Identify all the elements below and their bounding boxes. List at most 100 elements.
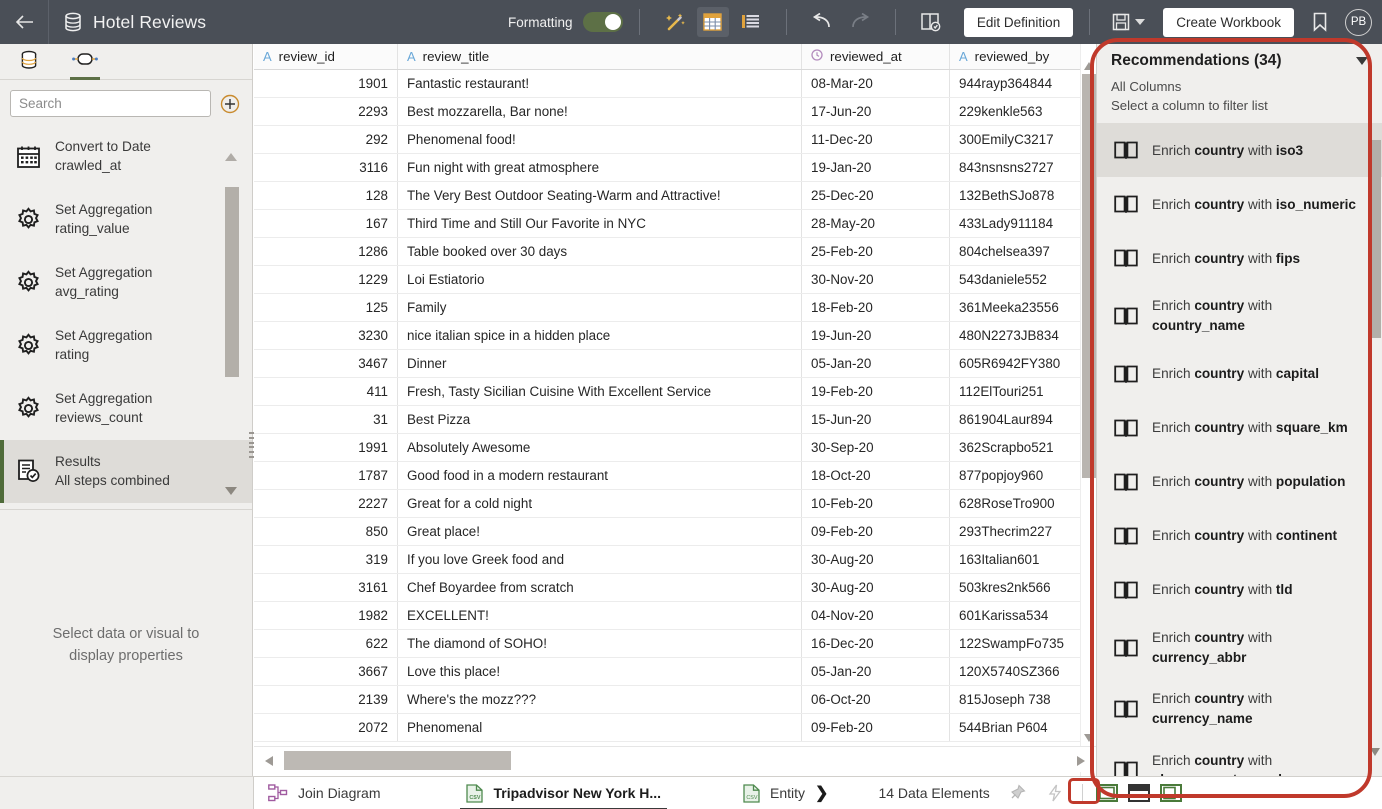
recommendation-item[interactable]: Enrich country with currency_abbr [1097, 617, 1382, 678]
table-cell[interactable]: 09-Feb-20 [802, 714, 950, 741]
table-cell[interactable]: Best Pizza [398, 406, 802, 433]
table-cell[interactable]: 31 [254, 406, 398, 433]
table-row[interactable]: 2227Great for a cold night10-Feb-20628Ro… [254, 490, 1096, 518]
table-cell[interactable]: 543daniele552 [950, 266, 1096, 293]
avatar[interactable]: PB [1345, 9, 1372, 36]
table-cell[interactable]: 815Joseph 738 [950, 686, 1096, 713]
scrollbar-thumb[interactable] [1368, 140, 1381, 338]
table-cell[interactable]: 3667 [254, 658, 398, 685]
table-cell[interactable]: EXCELLENT! [398, 602, 802, 629]
grid-vertical-scrollbar[interactable] [1080, 44, 1096, 776]
recommendation-item[interactable]: Enrich country with currency_name [1097, 678, 1382, 739]
bookmark-icon[interactable] [1304, 7, 1336, 37]
column-header-reviewed-at[interactable]: reviewed_at [802, 44, 950, 69]
table-cell[interactable]: The Very Best Outdoor Seating-Warm and A… [398, 182, 802, 209]
table-row[interactable]: 3230nice italian spice in a hidden place… [254, 322, 1096, 350]
table-cell[interactable]: Dinner [398, 350, 802, 377]
table-row[interactable]: 411Fresh, Tasty Sicilian Cuisine With Ex… [254, 378, 1096, 406]
table-cell[interactable]: 25-Feb-20 [802, 238, 950, 265]
table-row[interactable]: 167Third Time and Still Our Favorite in … [254, 210, 1096, 238]
recommendation-item[interactable]: Enrich country with phone_country_code [1097, 740, 1382, 776]
column-header-review-title[interactable]: A review_title [398, 44, 802, 69]
chevron-right-icon[interactable]: ❯ [815, 783, 828, 803]
table-row[interactable]: 3467Dinner05-Jan-20605R6942FY380 [254, 350, 1096, 378]
table-cell[interactable]: 1787 [254, 462, 398, 489]
scroll-right-arrow[interactable] [1076, 754, 1086, 772]
table-cell[interactable]: 292 [254, 126, 398, 153]
table-cell[interactable]: Fantastic restaurant! [398, 70, 802, 97]
step-item[interactable]: Set Aggregation reviews_count [0, 377, 252, 440]
save-button[interactable] [1106, 13, 1151, 31]
table-cell[interactable]: 112ElTouri251 [950, 378, 1096, 405]
redo-icon[interactable] [844, 7, 876, 37]
recommendation-item[interactable]: Enrich country with iso_numeric [1097, 177, 1382, 231]
table-cell[interactable]: 25-Dec-20 [802, 182, 950, 209]
formatting-toggle[interactable] [583, 12, 623, 32]
table-cell[interactable]: 3116 [254, 154, 398, 181]
table-cell[interactable]: 1982 [254, 602, 398, 629]
scroll-down-arrow[interactable] [1369, 744, 1381, 762]
join-diagram-button[interactable]: Join Diagram [254, 777, 394, 809]
table-row[interactable]: 3667Love this place!05-Jan-20120X5740SZ3… [254, 658, 1096, 686]
table-cell[interactable]: 628RoseTro900 [950, 490, 1096, 517]
add-circle-icon[interactable] [220, 94, 240, 114]
table-row[interactable]: 622The diamond of SOHO!16-Dec-20122Swamp… [254, 630, 1096, 658]
table-cell[interactable]: 411 [254, 378, 398, 405]
column-header-reviewed-by[interactable]: A reviewed_by [950, 44, 1096, 69]
recommendation-item[interactable]: Enrich country with continent [1097, 509, 1382, 563]
table-cell[interactable]: 503kres2nk566 [950, 574, 1096, 601]
table-cell[interactable]: 293Thecrim227 [950, 518, 1096, 545]
table-cell[interactable]: 433Lady911184 [950, 210, 1096, 237]
table-cell[interactable]: 362Scrapbo521 [950, 434, 1096, 461]
table-cell[interactable]: 18-Feb-20 [802, 294, 950, 321]
recommendation-item[interactable]: Enrich country with country_name [1097, 285, 1382, 346]
table-cell[interactable]: 28-May-20 [802, 210, 950, 237]
scroll-left-arrow[interactable] [264, 754, 274, 772]
table-row[interactable]: 1982EXCELLENT!04-Nov-20601Karissa534 [254, 602, 1096, 630]
table-cell[interactable]: 19-Jan-20 [802, 154, 950, 181]
table-cell[interactable]: 2293 [254, 98, 398, 125]
table-cell[interactable]: Fun night with great atmosphere [398, 154, 802, 181]
data-dictionary-icon[interactable] [915, 7, 947, 37]
table-cell[interactable]: 05-Jan-20 [802, 658, 950, 685]
prepare-tab[interactable] [68, 44, 102, 80]
table-cell[interactable]: 229kenkle563 [950, 98, 1096, 125]
table-cell[interactable]: 125 [254, 294, 398, 321]
table-cell[interactable]: 30-Nov-20 [802, 266, 950, 293]
table-cell[interactable]: 132BethSJo878 [950, 182, 1096, 209]
table-cell[interactable]: 1229 [254, 266, 398, 293]
table-cell[interactable]: 19-Jun-20 [802, 322, 950, 349]
table-cell[interactable]: 804chelsea397 [950, 238, 1096, 265]
create-workbook-button[interactable]: Create Workbook [1163, 8, 1294, 37]
chevron-down-icon[interactable] [1356, 57, 1368, 65]
data-source-tab[interactable] [12, 44, 46, 80]
search-input[interactable] [10, 90, 211, 117]
table-cell[interactable]: Love this place! [398, 658, 802, 685]
table-row[interactable]: 1229Loi Estiatorio30-Nov-20543daniele552 [254, 266, 1096, 294]
table-cell[interactable]: 319 [254, 546, 398, 573]
table-cell[interactable]: nice italian spice in a hidden place [398, 322, 802, 349]
grid-view-icon[interactable] [697, 7, 729, 37]
table-cell[interactable]: 04-Nov-20 [802, 602, 950, 629]
steps-scrollbar[interactable] [225, 187, 239, 407]
table-cell[interactable]: 06-Oct-20 [802, 686, 950, 713]
table-cell[interactable]: Absolutely Awesome [398, 434, 802, 461]
table-cell[interactable]: 2227 [254, 490, 398, 517]
table-cell[interactable]: Fresh, Tasty Sicilian Cuisine With Excel… [398, 378, 802, 405]
table-cell[interactable]: 605R6942FY380 [950, 350, 1096, 377]
table-cell[interactable]: 08-Mar-20 [802, 70, 950, 97]
recommendation-item[interactable]: Enrich country with iso3 [1097, 123, 1382, 177]
table-cell[interactable]: 122SwampFo735 [950, 630, 1096, 657]
table-cell[interactable]: 300EmilyC3217 [950, 126, 1096, 153]
table-cell[interactable]: 10-Feb-20 [802, 490, 950, 517]
table-cell[interactable]: 128 [254, 182, 398, 209]
table-cell[interactable]: 861904Laur894 [950, 406, 1096, 433]
table-row[interactable]: 125Family18-Feb-20361Meeka23556 [254, 294, 1096, 322]
table-row[interactable]: 1286Table booked over 30 days25-Feb-2080… [254, 238, 1096, 266]
table-cell[interactable]: 120X5740SZ366 [950, 658, 1096, 685]
entity-button[interactable]: CSV Entity ❯ [729, 777, 842, 809]
undo-icon[interactable] [806, 7, 838, 37]
table-cell[interactable]: 30-Sep-20 [802, 434, 950, 461]
pin-icon[interactable] [1001, 778, 1033, 808]
table-row[interactable]: 3116Fun night with great atmosphere19-Ja… [254, 154, 1096, 182]
